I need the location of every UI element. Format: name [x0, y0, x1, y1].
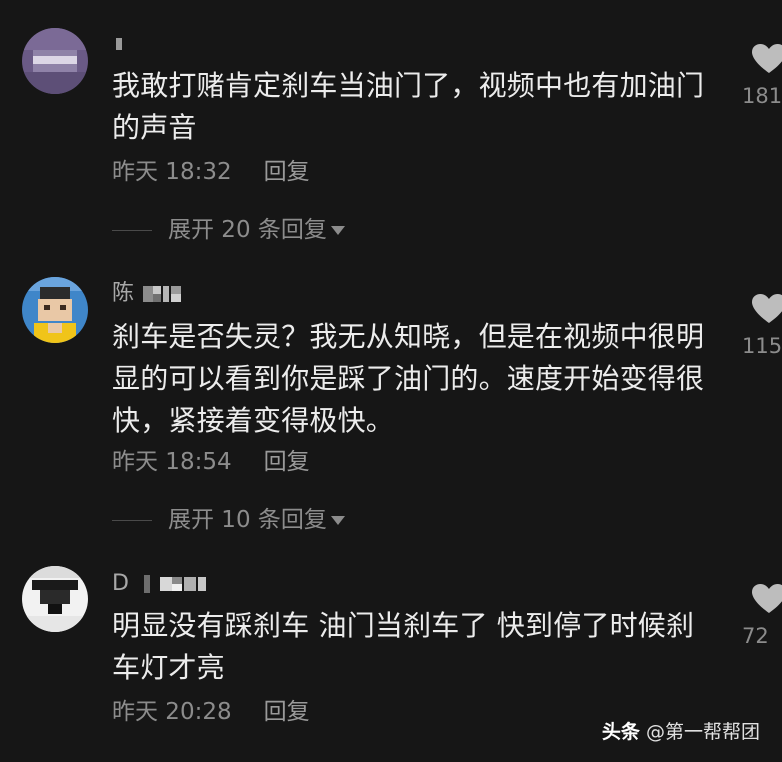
divider-line: [112, 520, 152, 521]
watermark: 头条 @第一帮帮团: [602, 717, 760, 744]
like-button[interactable]: 115: [742, 294, 782, 358]
like-button[interactable]: 181: [742, 44, 782, 108]
comment-meta: 昨天 20:28 回复: [112, 697, 310, 727]
avatar[interactable]: [22, 28, 88, 94]
timestamp: 昨天 20:28: [112, 699, 232, 725]
reply-button[interactable]: 回复: [264, 699, 310, 725]
comment-text: 刹车是否失灵？我无从知晓，但是在视频中很明显的可以看到你是踩了油门的。速度开始变…: [112, 320, 705, 437]
divider-line: [112, 230, 152, 231]
expand-replies-button[interactable]: 展开 10 条回复: [112, 505, 345, 535]
like-count: 115: [742, 334, 782, 358]
heart-icon: [752, 294, 782, 323]
blurred-name-icon: [143, 286, 182, 302]
timestamp: 昨天 18:54: [112, 449, 232, 475]
watermark-handle: @第一帮帮团: [645, 721, 760, 743]
expand-replies-label: 展开 20 条回复: [168, 217, 327, 243]
username-text: D: [112, 571, 129, 596]
heart-icon: [752, 44, 782, 73]
avatar[interactable]: [22, 277, 88, 343]
blurred-name-icon: [143, 575, 206, 593]
like-button[interactable]: 72: [742, 584, 782, 648]
comment-meta: 昨天 18:32 回复: [112, 157, 310, 187]
comment-text: 我敢打赌肯定刹车当油门了，视频中也有加油门的声音: [112, 69, 705, 144]
reply-button[interactable]: 回复: [264, 449, 310, 475]
username-text: 陈: [112, 281, 135, 306]
like-count: 181: [742, 84, 782, 108]
comment-text: 明显没有踩刹车 油门当刹车了 快到停了时候刹车灯才亮: [112, 609, 695, 684]
username[interactable]: [112, 30, 124, 58]
watermark-brand: 头条: [601, 721, 640, 743]
like-count: 72: [742, 624, 769, 648]
reply-button[interactable]: 回复: [264, 159, 310, 185]
blurred-name-icon: [116, 38, 122, 50]
username[interactable]: D: [112, 570, 222, 598]
comment-meta: 昨天 18:54 回复: [112, 447, 310, 477]
expand-replies-label: 展开 10 条回复: [168, 507, 327, 533]
username[interactable]: 陈: [112, 280, 189, 308]
caret-down-icon: [330, 516, 345, 525]
timestamp: 昨天 18:32: [112, 159, 232, 185]
avatar-image: [22, 28, 88, 94]
avatar-image: [22, 277, 88, 343]
caret-down-icon: [330, 226, 345, 235]
heart-icon: [752, 584, 782, 613]
expand-replies-button[interactable]: 展开 20 条回复: [112, 215, 345, 245]
avatar[interactable]: [22, 566, 88, 632]
avatar-image: [22, 566, 88, 632]
